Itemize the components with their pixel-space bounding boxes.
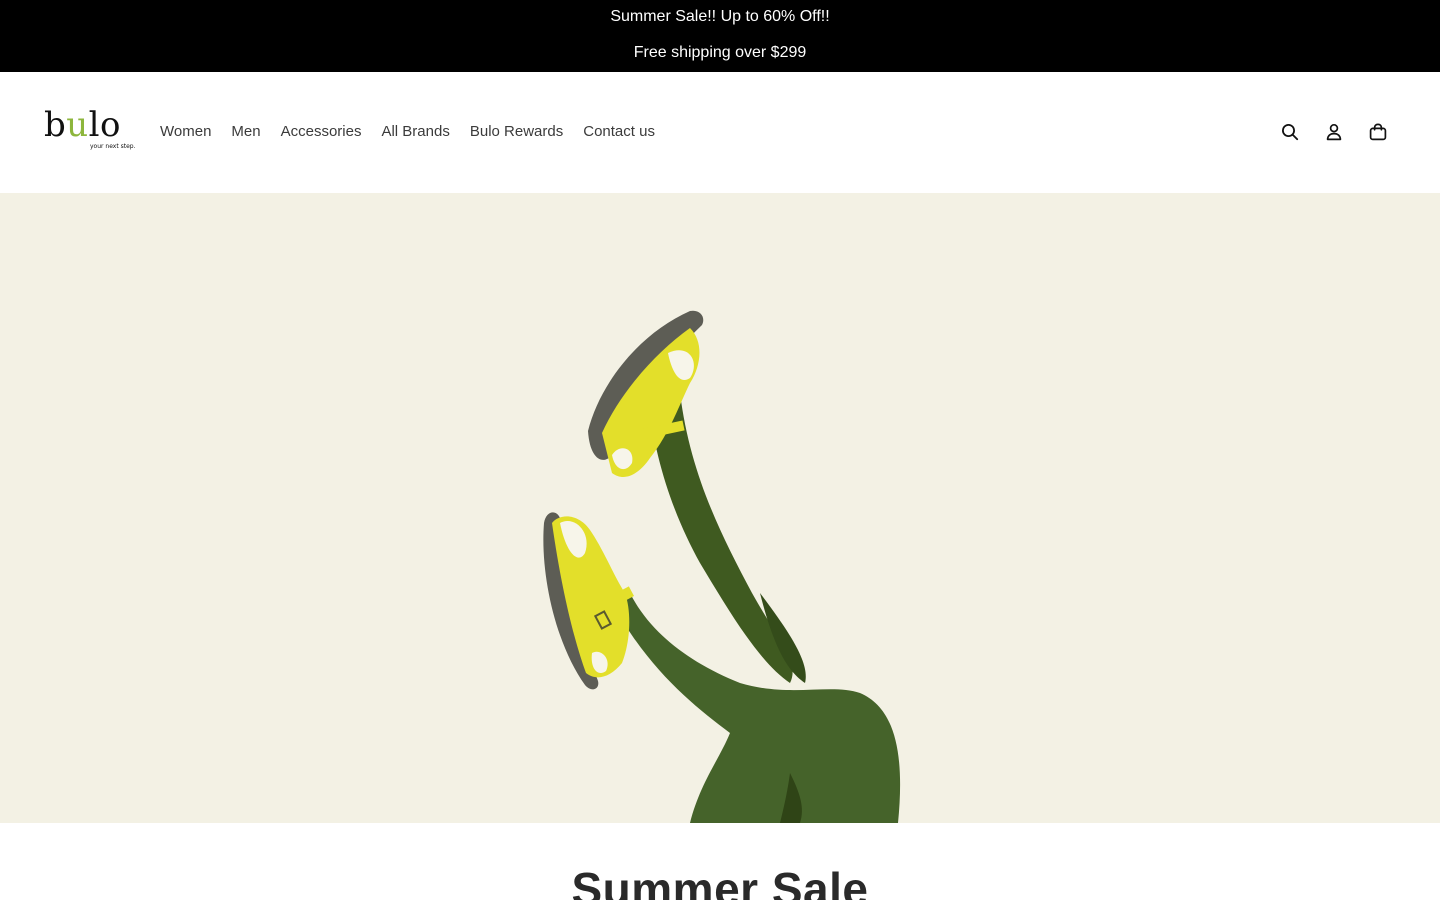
logo[interactable]: bulo your next step. bbox=[44, 106, 136, 152]
cart-icon bbox=[1369, 123, 1387, 141]
search-icon bbox=[1282, 124, 1299, 141]
hero-image bbox=[543, 310, 901, 823]
account-button[interactable] bbox=[1312, 119, 1356, 145]
section-title: Summer Sale bbox=[571, 863, 869, 900]
nav-item-bulo-rewards[interactable]: Bulo Rewards bbox=[460, 120, 573, 144]
hero-banner[interactable] bbox=[0, 193, 1440, 823]
nav-item-men[interactable]: Men bbox=[221, 120, 270, 144]
nav-item-women[interactable]: Women bbox=[150, 120, 221, 144]
announcement-sale-text: Summer Sale!! Up to 60% Off!! bbox=[610, 8, 830, 25]
logo-tagline: your next step. bbox=[90, 143, 136, 150]
account-icon bbox=[1326, 123, 1342, 141]
cart-button[interactable] bbox=[1356, 119, 1400, 145]
announcement-bar: Summer Sale!! Up to 60% Off!! Free shipp… bbox=[0, 0, 1440, 72]
nav-item-all-brands[interactable]: All Brands bbox=[371, 120, 459, 144]
logo-wordmark: bulo bbox=[44, 105, 122, 145]
nav-item-contact-us[interactable]: Contact us bbox=[573, 120, 665, 144]
search-button[interactable] bbox=[1268, 119, 1312, 145]
announcement-shipping-text: Free shipping over $299 bbox=[633, 44, 807, 61]
nav-item-accessories[interactable]: Accessories bbox=[271, 120, 372, 144]
site-header: bulo your next step. Women Men Accessori… bbox=[0, 72, 1440, 193]
header-icons bbox=[1268, 119, 1400, 145]
main-nav: Women Men Accessories All Brands Bulo Re… bbox=[150, 120, 665, 144]
